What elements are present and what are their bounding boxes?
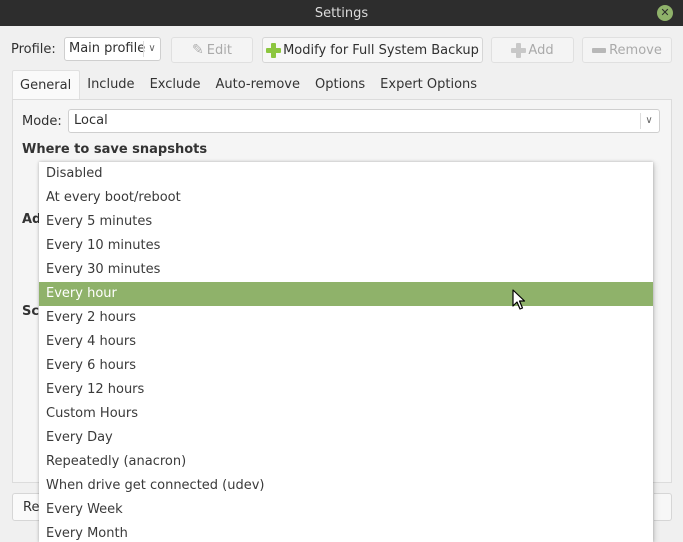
plus-icon [511,43,527,58]
schedule-option[interactable]: Every 2 hours [39,306,653,330]
remove-label: Remove [609,42,662,58]
pencil-icon: ✎ [192,42,204,58]
where-to-save-heading: Where to save snapshots [22,142,208,157]
schedule-option[interactable]: Every 4 hours [39,330,653,354]
modify-label: Modify for Full System Backup [283,42,479,58]
tab-include[interactable]: Include [80,70,142,100]
remove-profile-button[interactable]: Remove [582,37,672,63]
close-icon[interactable]: ✕ [657,5,673,21]
profile-toolbar: Profile: Main profile ∨ ✎ Edit Modify fo… [0,34,683,66]
tab-expert-options[interactable]: Expert Options [373,70,485,100]
chevron-down-icon: ∨ [143,41,160,57]
profile-select[interactable]: Main profile ∨ [64,37,161,61]
plus-icon [266,43,282,58]
profile-label: Profile: [11,42,56,57]
schedule-option[interactable]: Every Day [39,426,653,450]
title-bar: Settings ✕ [0,0,683,26]
schedule-dropdown-menu: Disabled At every boot/reboot Every 5 minu… [39,162,653,542]
schedule-option[interactable]: Every 5 minutes [39,210,653,234]
mode-select-value: Local [74,113,108,128]
chevron-down-icon: ∨ [640,113,657,129]
schedule-option[interactable]: When drive get connected (udev) [39,474,653,498]
edit-label: Edit [206,42,232,58]
schedule-option[interactable]: Every 10 minutes [39,234,653,258]
mode-select[interactable]: Local ∨ [68,109,660,133]
schedule-option[interactable]: Every 30 minutes [39,258,653,282]
tab-options[interactable]: Options [308,70,373,100]
schedule-option[interactable]: Every 6 hours [39,354,653,378]
schedule-options-list: Disabled At every boot/reboot Every 5 minu… [39,162,653,542]
add-profile-button[interactable]: Add [491,37,574,63]
mouse-pointer-icon [512,289,526,310]
schedule-option[interactable]: Every Month [39,522,653,542]
schedule-option[interactable]: Every Week [39,498,653,522]
schedule-option[interactable]: Every hour [39,282,653,306]
tab-exclude[interactable]: Exclude [143,70,209,100]
settings-tabs: General Include Exclude Auto-remove Opti… [12,70,485,100]
window-title: Settings [314,5,369,21]
tab-general[interactable]: General [12,70,81,100]
schedule-option[interactable]: Repeatedly (anacron) [39,450,653,474]
schedule-option[interactable]: Every 12 hours [39,378,653,402]
minus-icon [592,47,607,53]
schedule-option[interactable]: Custom Hours [39,402,653,426]
add-label: Add [528,42,554,58]
edit-profile-button[interactable]: ✎ Edit [171,37,253,63]
bottom-right-button[interactable] [654,493,672,521]
profile-select-value: Main profile [69,41,146,56]
modify-full-backup-button[interactable]: Modify for Full System Backup [262,37,483,63]
bottom-action-label: Re [23,500,40,515]
schedule-option[interactable]: Disabled [39,162,653,186]
schedule-option[interactable]: At every boot/reboot [39,186,653,210]
tab-auto-remove[interactable]: Auto-remove [209,70,308,100]
mode-label: Mode: [22,114,62,129]
schedule-heading: Sc [22,304,40,319]
